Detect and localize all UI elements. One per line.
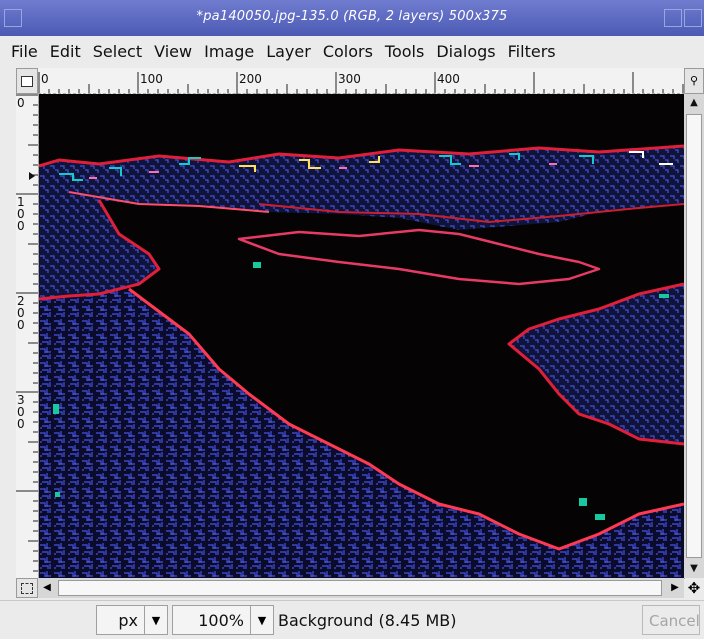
vertical-scrollbar[interactable]: ▲ ▼ <box>684 94 704 578</box>
triangle-menu-icon <box>21 75 33 87</box>
menu-view[interactable]: View <box>149 42 199 61</box>
menu-bar: File Edit Select View Image Layer Colors… <box>0 36 704 66</box>
hruler-label-100: 100 <box>140 72 163 86</box>
vertical-scroll-thumb[interactable] <box>686 114 702 558</box>
vruler-label-200: 200 <box>17 294 25 332</box>
layer-status-label: Background (8.45 MB) <box>278 611 457 630</box>
title-bar: *pa140050.jpg-135.0 (RGB, 2 layers) 500x… <box>0 0 704 37</box>
vruler-label-0: 0 <box>17 96 25 110</box>
horizontal-ruler-ticks: 0 100 200 300 400 <box>38 72 684 94</box>
unit-value: px <box>118 610 138 630</box>
menu-layer[interactable]: Layer <box>261 42 318 61</box>
magnifier-icon: ⚲ <box>689 74 699 87</box>
hruler-label-400: 400 <box>437 72 460 86</box>
scroll-up-arrow-icon[interactable]: ▲ <box>684 94 704 112</box>
menu-select[interactable]: Select <box>88 42 149 61</box>
horizontal-ruler[interactable]: 0 100 200 300 400 <box>38 68 684 95</box>
vertical-ruler-ticks: 0 100 200 300 <box>16 94 38 572</box>
menu-tools[interactable]: Tools <box>380 42 431 61</box>
menu-dialogs[interactable]: Dialogs <box>431 42 502 61</box>
close-button[interactable] <box>684 9 702 27</box>
chevron-down-icon: ▼ <box>144 606 167 634</box>
scroll-down-arrow-icon[interactable]: ▼ <box>684 560 704 578</box>
chevron-down-icon: ▼ <box>250 606 273 634</box>
image-menu-button[interactable] <box>16 68 38 94</box>
minimize-button[interactable] <box>664 9 682 27</box>
menu-filters[interactable]: Filters <box>503 42 563 61</box>
vruler-label-300: 300 <box>17 393 25 431</box>
zoom-toggle-button[interactable]: ⚲ <box>684 68 704 94</box>
quick-mask-button[interactable] <box>16 578 38 598</box>
image-content <box>39 144 684 578</box>
horizontal-scrollbar[interactable]: ◀ ▶ <box>38 578 684 598</box>
window-title: *pa140050.jpg-135.0 (RGB, 2 layers) 500x… <box>196 9 508 24</box>
scroll-right-arrow-icon[interactable]: ▶ <box>666 578 684 598</box>
scroll-left-arrow-icon[interactable]: ◀ <box>38 578 56 598</box>
quick-mask-icon <box>21 582 33 594</box>
unit-dropdown[interactable]: px ▼ <box>96 605 168 635</box>
menu-image[interactable]: Image <box>199 42 261 61</box>
cancel-button[interactable]: Cancel <box>642 605 700 635</box>
menu-edit[interactable]: Edit <box>45 42 88 61</box>
zoom-dropdown[interactable]: 100% ▼ <box>172 605 274 635</box>
navigate-button[interactable]: ✥ <box>684 578 704 598</box>
image-canvas[interactable] <box>38 93 685 579</box>
vertical-ruler[interactable]: 0 100 200 300 <box>16 94 39 578</box>
menu-file[interactable]: File <box>6 42 45 61</box>
hruler-label-200: 200 <box>239 72 262 86</box>
zoom-value: 100% <box>198 610 244 630</box>
hruler-label-0: 0 <box>41 72 49 86</box>
horizontal-scroll-thumb[interactable] <box>58 580 662 596</box>
menu-colors[interactable]: Colors <box>318 42 380 61</box>
vruler-label-100: 100 <box>17 195 25 233</box>
cross-arrows-icon: ✥ <box>687 579 701 597</box>
hruler-label-300: 300 <box>338 72 361 86</box>
